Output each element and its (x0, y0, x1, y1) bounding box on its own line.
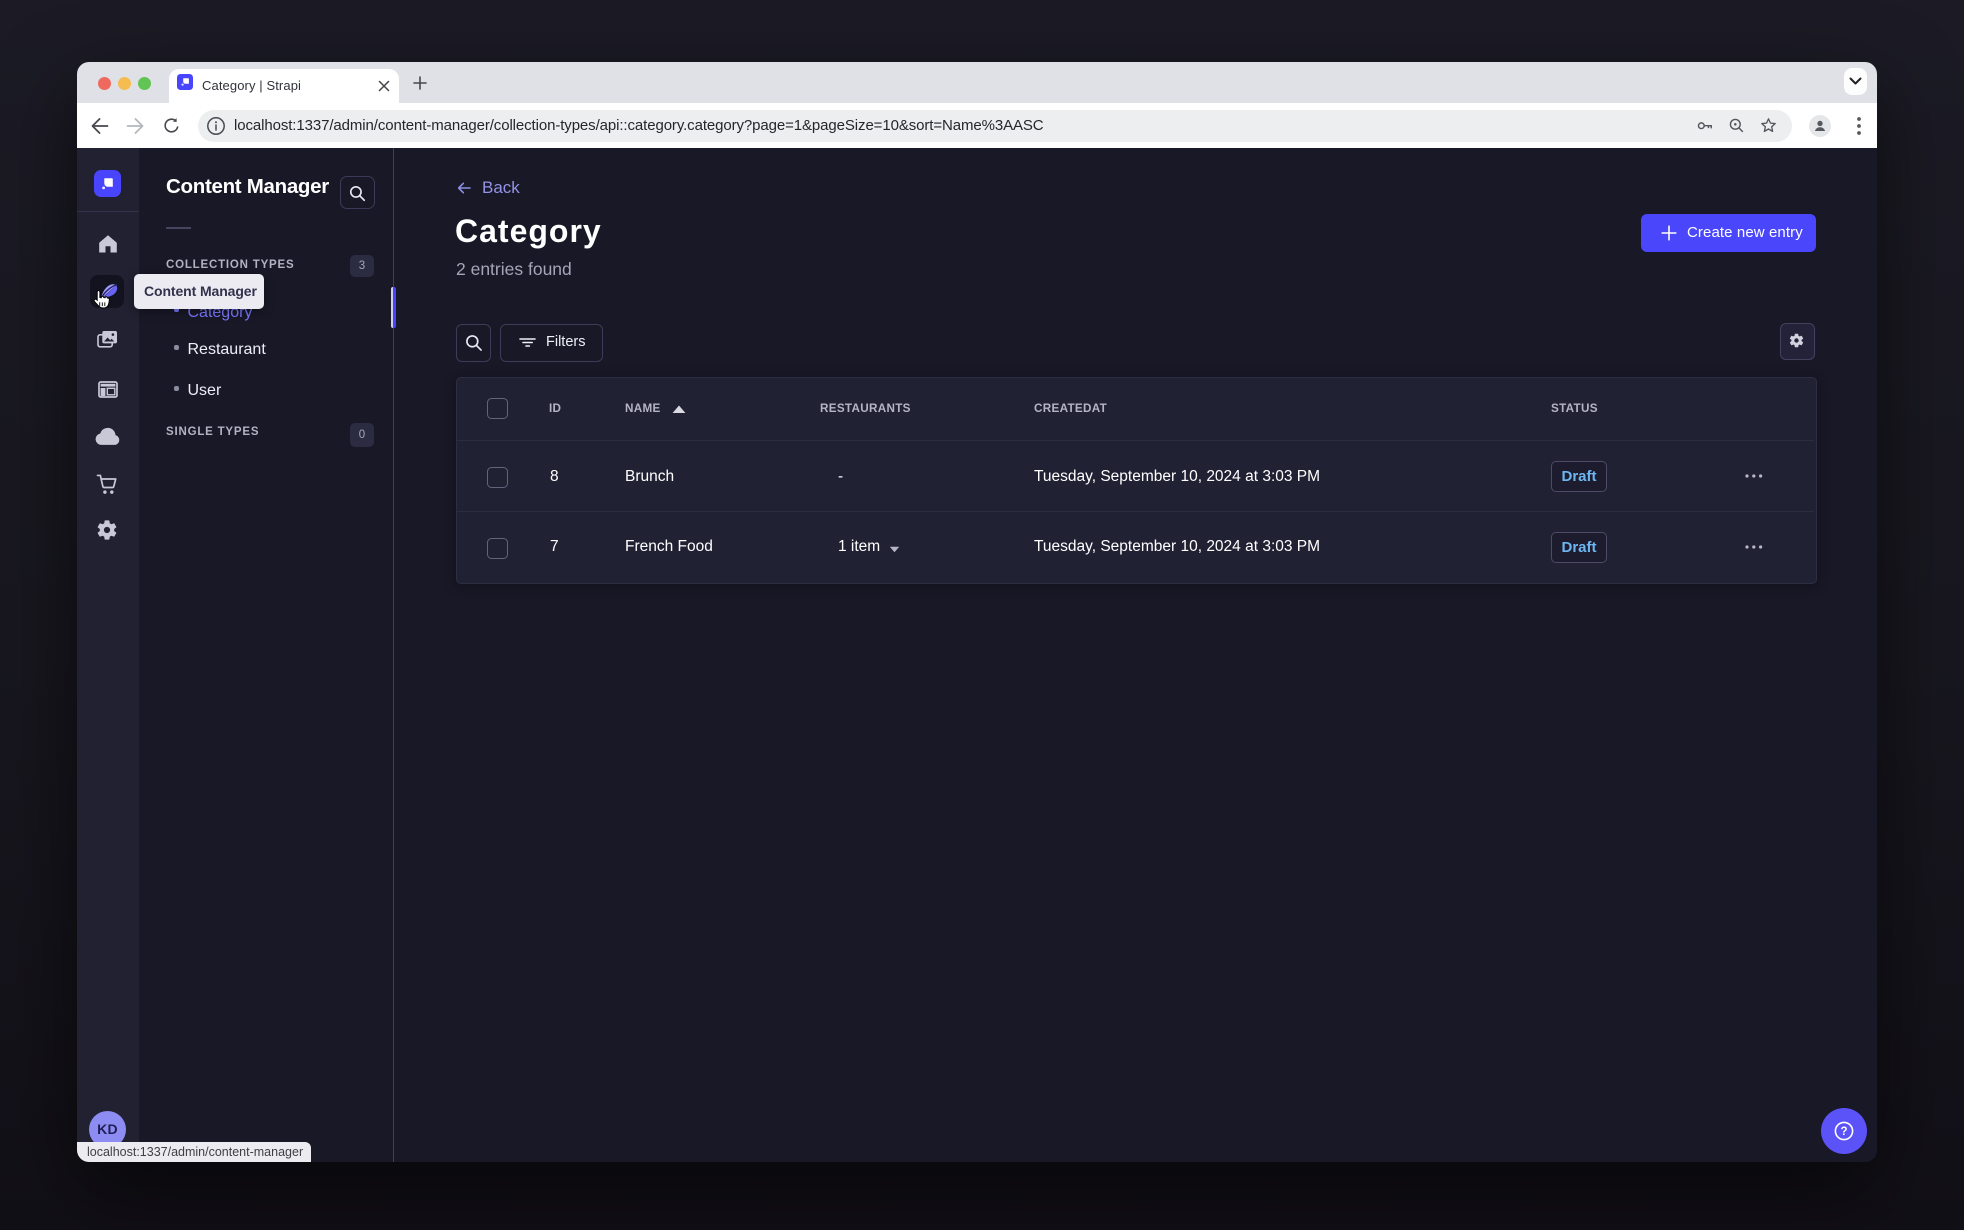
svg-text:?: ? (1840, 1126, 1847, 1138)
